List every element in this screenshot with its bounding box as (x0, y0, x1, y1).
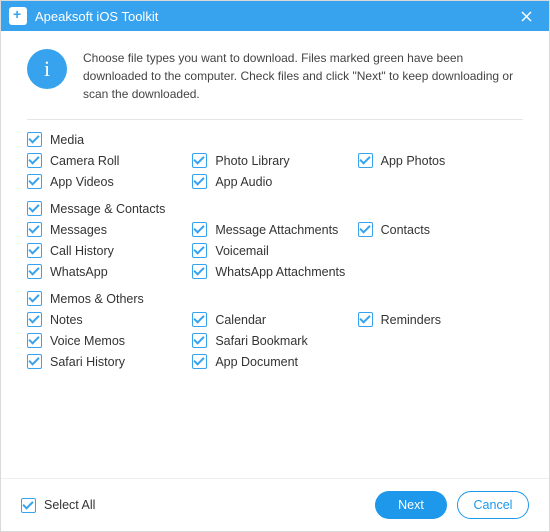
file-type-label: App Audio (215, 175, 272, 189)
file-type-item[interactable]: Reminders (358, 312, 523, 327)
item-row: Notes Calendar Reminders (27, 312, 523, 327)
file-type-label: Message Attachments (215, 223, 338, 237)
file-type-checkbox[interactable] (358, 153, 373, 168)
section-header: Message & Contacts (27, 201, 523, 216)
app-window: Apeaksoft iOS Toolkit i Choose file type… (0, 0, 550, 532)
file-type-checkbox[interactable] (27, 153, 42, 168)
file-type-item[interactable]: Camera Roll (27, 153, 192, 168)
file-type-label: WhatsApp (50, 265, 108, 279)
section-label: Media (50, 133, 84, 147)
file-type-checkbox[interactable] (192, 153, 207, 168)
file-type-label: App Document (215, 355, 298, 369)
file-type-item[interactable]: Photo Library (192, 153, 357, 168)
file-type-checkbox[interactable] (27, 312, 42, 327)
select-all-label: Select All (44, 498, 95, 512)
item-row: Messages Message Attachments Contacts (27, 222, 523, 237)
file-type-item[interactable]: Safari Bookmark (192, 333, 357, 348)
close-icon (521, 11, 532, 22)
file-type-item[interactable]: WhatsApp (27, 264, 192, 279)
file-type-item[interactable]: Message Attachments (192, 222, 357, 237)
item-row: Safari History App Document (27, 354, 523, 369)
file-type-item[interactable]: Safari History (27, 354, 192, 369)
file-type-checkbox[interactable] (192, 312, 207, 327)
footer: Select All Next Cancel (1, 478, 549, 531)
file-type-checkbox[interactable] (192, 264, 207, 279)
next-button[interactable]: Next (375, 491, 447, 519)
file-type-item[interactable]: Messages (27, 222, 192, 237)
file-type-item[interactable]: Call History (27, 243, 192, 258)
file-type-label: Photo Library (215, 154, 289, 168)
close-button[interactable] (511, 1, 541, 31)
file-type-label: Voice Memos (50, 334, 125, 348)
section-checkbox[interactable] (27, 201, 42, 216)
item-row: WhatsApp WhatsApp Attachments (27, 264, 523, 279)
item-row: App Videos App Audio (27, 174, 523, 189)
section: Media Camera Roll Photo Library App Photos A… (27, 132, 523, 189)
file-type-label: Voicemail (215, 244, 269, 258)
file-type-item[interactable]: App Photos (358, 153, 523, 168)
file-type-checkbox[interactable] (192, 174, 207, 189)
file-type-checkbox[interactable] (27, 354, 42, 369)
content-area: i Choose file types you want to download… (1, 31, 549, 478)
section: Memos & Others Notes Calendar Reminders Voic… (27, 291, 523, 369)
file-type-label: App Videos (50, 175, 114, 189)
file-type-checkbox[interactable] (358, 312, 373, 327)
file-type-label: Call History (50, 244, 114, 258)
file-type-checkbox[interactable] (27, 333, 42, 348)
item-row: Call History Voicemail (27, 243, 523, 258)
file-type-label: Contacts (381, 223, 430, 237)
file-type-label: Safari Bookmark (215, 334, 307, 348)
file-type-checkbox[interactable] (27, 243, 42, 258)
file-type-item[interactable]: Voice Memos (27, 333, 192, 348)
file-type-checkbox[interactable] (192, 222, 207, 237)
section-header: Media (27, 132, 523, 147)
titlebar: Apeaksoft iOS Toolkit (1, 1, 549, 31)
file-type-label: WhatsApp Attachments (215, 265, 345, 279)
section-checkbox[interactable] (27, 132, 42, 147)
file-type-label: Reminders (381, 313, 441, 327)
file-type-checkbox[interactable] (192, 354, 207, 369)
file-type-checkbox[interactable] (27, 264, 42, 279)
file-type-item[interactable]: App Audio (192, 174, 357, 189)
file-type-item[interactable]: Voicemail (192, 243, 357, 258)
section-header-item[interactable]: Media (27, 132, 523, 147)
file-type-list: Media Camera Roll Photo Library App Photos A… (27, 120, 523, 478)
select-all-item[interactable]: Select All (21, 498, 190, 513)
file-type-checkbox[interactable] (27, 222, 42, 237)
file-type-item[interactable]: WhatsApp Attachments (192, 264, 357, 279)
intro-text: Choose file types you want to download. … (83, 49, 523, 103)
file-type-label: Calendar (215, 313, 266, 327)
file-type-checkbox[interactable] (192, 243, 207, 258)
info-icon: i (27, 49, 67, 89)
section: Message & Contacts Messages Message Attach… (27, 201, 523, 279)
app-icon (9, 7, 27, 25)
intro: i Choose file types you want to download… (27, 49, 523, 120)
section-header-item[interactable]: Message & Contacts (27, 201, 523, 216)
file-type-label: Camera Roll (50, 154, 119, 168)
cancel-button[interactable]: Cancel (457, 491, 529, 519)
file-type-checkbox[interactable] (27, 174, 42, 189)
section-header-item[interactable]: Memos & Others (27, 291, 523, 306)
file-type-item[interactable]: App Videos (27, 174, 192, 189)
file-type-label: App Photos (381, 154, 446, 168)
item-row: Camera Roll Photo Library App Photos (27, 153, 523, 168)
file-type-label: Messages (50, 223, 107, 237)
file-type-checkbox[interactable] (192, 333, 207, 348)
app-title: Apeaksoft iOS Toolkit (35, 9, 158, 24)
file-type-item[interactable]: Contacts (358, 222, 523, 237)
section-label: Message & Contacts (50, 202, 165, 216)
file-type-item[interactable]: Notes (27, 312, 192, 327)
section-header: Memos & Others (27, 291, 523, 306)
file-type-item[interactable]: App Document (192, 354, 357, 369)
select-all-checkbox[interactable] (21, 498, 36, 513)
file-type-item[interactable]: Calendar (192, 312, 357, 327)
item-row: Voice Memos Safari Bookmark (27, 333, 523, 348)
section-label: Memos & Others (50, 292, 144, 306)
file-type-label: Safari History (50, 355, 125, 369)
section-checkbox[interactable] (27, 291, 42, 306)
file-type-checkbox[interactable] (358, 222, 373, 237)
file-type-label: Notes (50, 313, 83, 327)
